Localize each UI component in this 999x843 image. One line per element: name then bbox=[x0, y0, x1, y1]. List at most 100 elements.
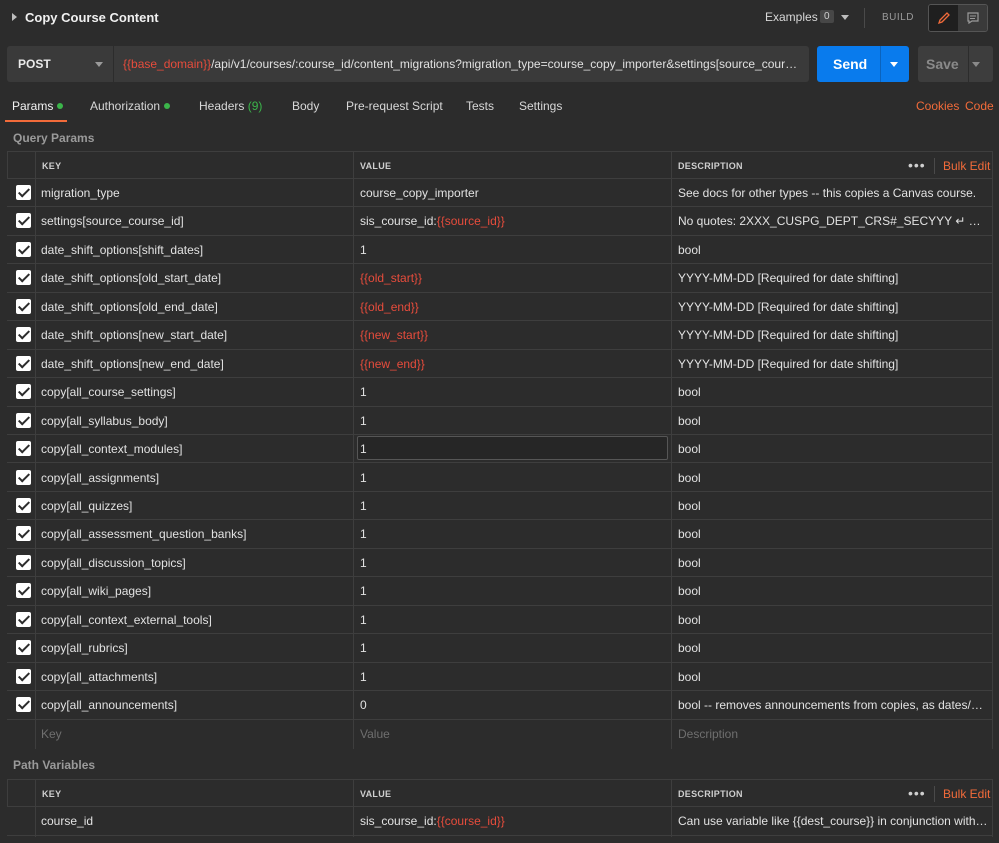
param-key[interactable]: copy[all_discussion_topics] bbox=[41, 556, 346, 570]
param-description[interactable]: bool bbox=[678, 613, 988, 627]
comments-mode-button[interactable] bbox=[958, 5, 987, 31]
tab-prerequest-script[interactable]: Pre-request Script bbox=[346, 99, 443, 113]
param-value[interactable]: course_copy_importer bbox=[360, 186, 665, 200]
param-value[interactable]: 0 bbox=[360, 698, 665, 712]
param-value[interactable]: {{old_start}} bbox=[360, 271, 665, 285]
bulk-edit-link[interactable]: Bulk Edit bbox=[943, 787, 990, 801]
checkbox[interactable] bbox=[16, 441, 31, 457]
param-key[interactable]: date_shift_options[old_end_date] bbox=[41, 300, 346, 314]
value-input[interactable]: Value bbox=[360, 727, 390, 741]
more-options-icon[interactable]: ••• bbox=[908, 785, 926, 801]
param-value[interactable]: 1 bbox=[360, 442, 665, 456]
checkbox[interactable] bbox=[16, 640, 31, 656]
checkbox[interactable] bbox=[16, 298, 31, 314]
param-value[interactable]: {{new_end}} bbox=[360, 357, 665, 371]
tab-headers[interactable]: Headers (9) bbox=[199, 99, 262, 113]
param-description[interactable]: YYYY-MM-DD [Required for date shifting] bbox=[678, 271, 988, 285]
edit-mode-button[interactable] bbox=[929, 5, 958, 31]
checkbox[interactable] bbox=[16, 554, 31, 570]
param-key[interactable]: date_shift_options[new_end_date] bbox=[41, 357, 346, 371]
param-value[interactable]: 1 bbox=[360, 584, 665, 598]
checkbox[interactable] bbox=[16, 611, 31, 627]
tab-body[interactable]: Body bbox=[292, 99, 319, 113]
save-options-chevron-icon[interactable] bbox=[972, 62, 980, 67]
cookies-link[interactable]: Cookies bbox=[916, 99, 959, 113]
checkbox[interactable] bbox=[16, 384, 31, 400]
param-key[interactable]: migration_type bbox=[41, 186, 346, 200]
param-value[interactable]: 1 bbox=[360, 641, 665, 655]
examples-dropdown[interactable]: Examples bbox=[765, 10, 818, 24]
checkbox[interactable] bbox=[16, 213, 31, 229]
param-value[interactable]: 1 bbox=[360, 385, 665, 399]
checkbox[interactable] bbox=[16, 583, 31, 599]
more-options-icon[interactable]: ••• bbox=[908, 157, 926, 173]
url-input[interactable]: {{base_domain}}/api/v1/courses/:course_i… bbox=[123, 57, 803, 71]
param-description[interactable]: No quotes: 2XXX_CUSPG_DEPT_CRS#_SECYYY ↵… bbox=[678, 214, 988, 228]
bulk-edit-link[interactable]: Bulk Edit bbox=[943, 159, 990, 173]
param-value[interactable]: sis_course_id:{{course_id}} bbox=[360, 814, 665, 828]
param-description[interactable]: bool bbox=[678, 243, 988, 257]
checkbox[interactable] bbox=[16, 668, 31, 684]
param-value[interactable]: 1 bbox=[360, 556, 665, 570]
param-description[interactable]: bool bbox=[678, 527, 988, 541]
param-key[interactable]: date_shift_options[old_start_date] bbox=[41, 271, 346, 285]
description-input[interactable]: Description bbox=[678, 727, 738, 741]
param-value[interactable]: 1 bbox=[360, 499, 665, 513]
param-value[interactable]: 1 bbox=[360, 243, 665, 257]
tab-tests[interactable]: Tests bbox=[466, 99, 494, 113]
param-key[interactable]: copy[all_context_external_tools] bbox=[41, 613, 346, 627]
param-key[interactable]: copy[all_syllabus_body] bbox=[41, 414, 346, 428]
param-value[interactable]: sis_course_id:{{source_id}} bbox=[360, 214, 665, 228]
param-description[interactable]: Can use variable like {{dest_course}} in… bbox=[678, 814, 988, 828]
param-description[interactable]: bool bbox=[678, 414, 988, 428]
chevron-down-icon[interactable] bbox=[841, 15, 849, 20]
chevron-down-icon[interactable] bbox=[95, 62, 103, 67]
param-description[interactable]: bool bbox=[678, 471, 988, 485]
param-description[interactable]: See docs for other types -- this copies … bbox=[678, 186, 988, 200]
param-value[interactable]: {{old_end}} bbox=[360, 300, 665, 314]
param-value[interactable]: 1 bbox=[360, 613, 665, 627]
tab-authorization[interactable]: Authorization bbox=[90, 99, 171, 113]
checkbox[interactable] bbox=[16, 497, 31, 513]
param-value[interactable]: 1 bbox=[360, 670, 665, 684]
param-key[interactable]: copy[all_attachments] bbox=[41, 670, 346, 684]
checkbox[interactable] bbox=[16, 469, 31, 485]
checkbox[interactable] bbox=[16, 270, 31, 286]
request-title[interactable]: Copy Course Content bbox=[25, 10, 159, 25]
param-description[interactable]: bool bbox=[678, 499, 988, 513]
param-description[interactable]: bool bbox=[678, 385, 988, 399]
param-key[interactable]: copy[all_assessment_question_banks] bbox=[41, 527, 346, 541]
collapse-caret-icon[interactable] bbox=[12, 13, 17, 21]
send-options-chevron-icon[interactable] bbox=[890, 62, 898, 67]
param-value[interactable]: 1 bbox=[360, 414, 665, 428]
tab-params[interactable]: Params bbox=[12, 99, 64, 113]
checkbox[interactable] bbox=[16, 185, 31, 200]
param-key[interactable]: course_id bbox=[41, 814, 346, 828]
param-value[interactable]: 1 bbox=[360, 471, 665, 485]
param-key[interactable]: date_shift_options[new_start_date] bbox=[41, 328, 346, 342]
param-key[interactable]: copy[all_assignments] bbox=[41, 471, 346, 485]
checkbox[interactable] bbox=[16, 241, 31, 257]
param-key[interactable]: copy[all_context_modules] bbox=[41, 442, 346, 456]
param-key[interactable]: settings[source_course_id] bbox=[41, 214, 346, 228]
param-description[interactable]: bool bbox=[678, 556, 988, 570]
code-link[interactable]: Code bbox=[965, 99, 994, 113]
param-description[interactable]: bool bbox=[678, 641, 988, 655]
checkbox[interactable] bbox=[16, 327, 31, 343]
key-input[interactable]: Key bbox=[41, 727, 62, 741]
param-description[interactable]: bool bbox=[678, 584, 988, 598]
param-value[interactable]: {{new_start}} bbox=[360, 328, 665, 342]
param-description[interactable]: bool bbox=[678, 670, 988, 684]
param-description[interactable]: bool bbox=[678, 442, 988, 456]
send-button[interactable]: Send bbox=[817, 46, 909, 82]
checkbox[interactable] bbox=[16, 526, 31, 542]
param-description[interactable]: bool -- removes announcements from copie… bbox=[678, 698, 988, 712]
param-value[interactable]: 1 bbox=[360, 527, 665, 541]
checkbox[interactable] bbox=[16, 697, 31, 713]
save-button[interactable]: Save bbox=[918, 46, 993, 82]
param-description[interactable]: YYYY-MM-DD [Required for date shifting] bbox=[678, 300, 988, 314]
param-description[interactable]: YYYY-MM-DD [Required for date shifting] bbox=[678, 357, 988, 371]
param-key[interactable]: date_shift_options[shift_dates] bbox=[41, 243, 346, 257]
param-key[interactable]: copy[all_rubrics] bbox=[41, 641, 346, 655]
param-key[interactable]: copy[all_quizzes] bbox=[41, 499, 346, 513]
